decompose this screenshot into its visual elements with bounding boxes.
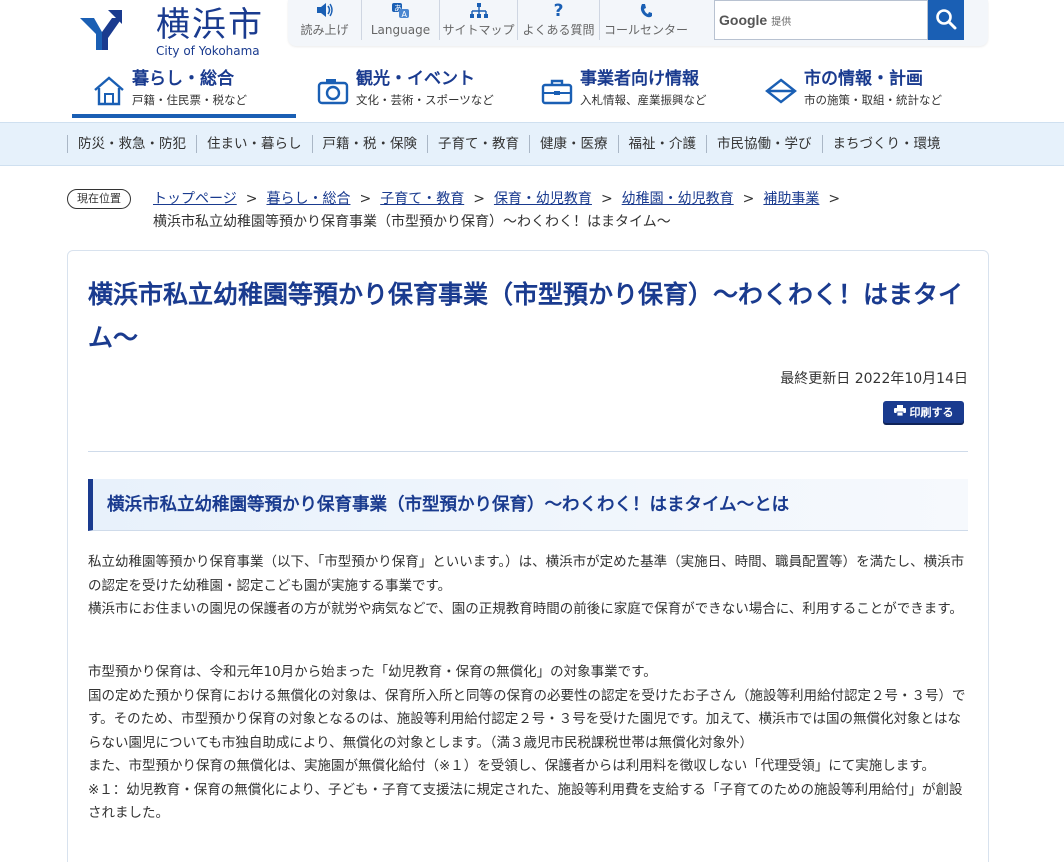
tool-sitemap[interactable]: サイトマップ [440,0,518,40]
search-icon [935,8,957,33]
category-bar: 防災・救急・防犯 住まい・暮らし 戸籍・税・保険 子育て・教育 健康・医療 福祉… [0,122,1064,166]
category-link-childcare[interactable]: 子育て・教育 [427,135,529,153]
diamond-icon [764,74,798,108]
category-link-disaster[interactable]: 防災・救急・防犯 [67,135,196,153]
breadcrumb-item[interactable]: 保育・幼児教育 [494,191,592,207]
category-link-health[interactable]: 健康・医療 [529,135,618,153]
mainnav-city-info[interactable]: 市の情報・計画 市の施策・取組・統計など [744,64,968,118]
house-icon [92,74,126,108]
main-content: 横浜市私立幼稚園等預かり保育事業（市型預かり保育）～わくわく！はまタイム～ 最終… [67,250,989,862]
translate-icon: あA [391,3,410,21]
divider [88,451,968,452]
logo-title: 横浜市 [156,5,264,45]
phone-icon [639,3,653,21]
breadcrumb-badge: 現在位置 [67,189,131,209]
mainnav-living[interactable]: 暮らし・総合 戸籍・住民票・税など [72,64,296,118]
google-brand: Google [719,12,768,28]
breadcrumb-item[interactable]: 暮らし・総合 [266,191,350,207]
sitemap-icon [469,3,488,21]
tool-faq[interactable]: ? よくある質問 [518,0,600,40]
question-icon: ? [553,1,564,21]
site-header: 横浜市 City of Yokohama 読み上げ あA Language サイ… [0,0,1064,122]
mainnav-business[interactable]: 事業者向け情報 入札情報、産業振興など [520,64,744,118]
site-search: Google 提供 [714,0,964,40]
briefcase-icon [540,74,574,108]
svg-text:A: A [401,10,407,19]
paragraph-intro: 私立幼稚園等預かり保育事業（以下、「市型預かり保育」といいます。）は、横浜市が定… [88,554,965,617]
category-link-housing[interactable]: 住まい・暮らし [196,135,312,153]
site-logo[interactable]: 横浜市 City of Yokohama [78,6,278,58]
paragraph-free-childcare: 市型預かり保育は、令和元年10月から始まった「幼児教育・保育の無償化」の対象事業… [88,664,966,821]
search-button[interactable] [928,0,964,40]
category-link-civic[interactable]: 市民協働・学び [706,135,822,153]
mainnav-tourism[interactable]: 観光・イベント 文化・芸術・スポーツなど [296,64,520,118]
tool-read-aloud[interactable]: 読み上げ [288,0,362,40]
category-link-urban[interactable]: まちづくり・環境 [821,135,951,153]
breadcrumb-item[interactable]: 子育て・教育 [380,191,464,207]
search-provided-label: 提供 [771,16,792,28]
breadcrumb-item[interactable]: 補助事業 [763,191,819,207]
logo-subtitle: City of Yokohama [156,44,260,58]
breadcrumb-item[interactable]: トップページ [153,191,237,207]
category-link-family-register[interactable]: 戸籍・税・保険 [311,135,428,153]
breadcrumb-item[interactable]: 幼稚園・幼児教育 [622,191,734,207]
section-heading: 横浜市私立幼稚園等預かり保育事業（市型預かり保育）～わくわく！はまタイム～とは [88,479,968,531]
search-input[interactable]: Google 提供 [714,0,928,40]
speaker-icon [316,3,334,21]
yokohama-logo-mark [78,6,126,54]
page-title: 横浜市私立幼稚園等預かり保育事業（市型預かり保育）～わくわく！はまタイム～ [88,280,964,352]
last-updated: 最終更新日 2022年10月14日 [780,371,968,387]
camera-icon [316,74,350,108]
main-navigation: 暮らし・総合 戸籍・住民票・税など 観光・イベント 文化・芸術・スポーツなど 事… [72,64,992,118]
category-link-welfare[interactable]: 福祉・介護 [617,135,707,153]
printer-icon [893,405,906,419]
tool-language[interactable]: あA Language [362,0,440,40]
print-button[interactable]: 印刷する [883,401,964,423]
print-button-label: 印刷する [909,406,954,419]
breadcrumb-current: 横浜市私立幼稚園等預かり保育事業（市型預かり保育）～わくわく！はまタイム～ [153,214,671,230]
tool-call-center[interactable]: コールセンター [600,0,692,40]
